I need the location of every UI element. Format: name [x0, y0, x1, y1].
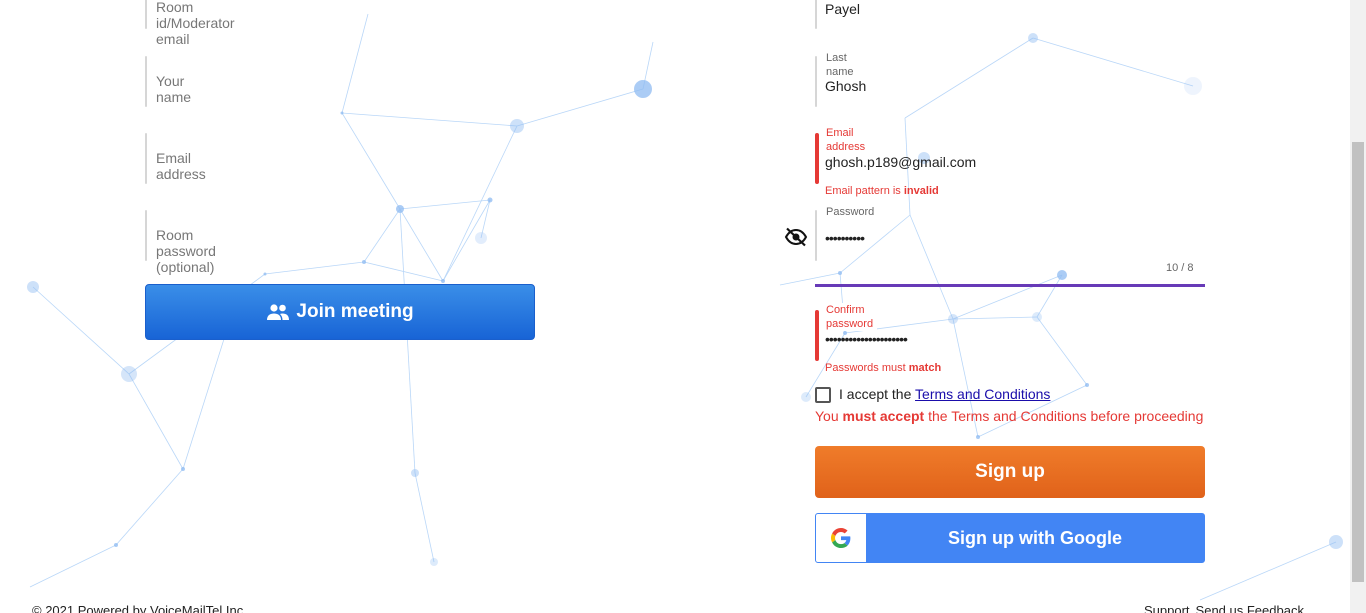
- sign-up-button[interactable]: Sign up: [815, 446, 1205, 498]
- terms-checkbox[interactable]: [815, 387, 831, 403]
- google-sign-up-label: Sign up with Google: [948, 527, 1122, 548]
- join-email-input[interactable]: Email address: [145, 133, 206, 184]
- room-password-input[interactable]: Room password (optional): [145, 210, 216, 275]
- footer-copyright: © 2021 Powered by VoiceMailTel Inc.: [32, 603, 247, 613]
- scrollbar-thumb[interactable]: [1352, 142, 1364, 582]
- terms-accept-label: I accept the Terms and Conditions: [839, 386, 1051, 402]
- your-name-placeholder: Your name: [156, 73, 192, 105]
- room-id-placeholder: Room id/Moderator email: [156, 0, 235, 47]
- join-email-placeholder: Email address: [156, 150, 206, 182]
- join-meeting-button[interactable]: Join meeting: [145, 284, 535, 340]
- first-name-input[interactable]: Payel: [815, 0, 860, 29]
- send-feedback-link[interactable]: Send us Feedback: [1196, 603, 1304, 613]
- email-label: Email address: [822, 126, 870, 154]
- password-label: Password: [826, 206, 875, 218]
- confirm-password-label: Confirm password: [822, 303, 878, 331]
- your-name-input[interactable]: Your name: [145, 56, 191, 107]
- google-sign-up-button[interactable]: Sign up with Google: [815, 513, 1205, 563]
- join-meeting-label: Join meeting: [296, 301, 414, 322]
- email-error: Email pattern is invalid: [825, 185, 939, 197]
- last-name-input[interactable]: Last name Ghosh: [815, 52, 866, 107]
- google-logo-box: [816, 514, 866, 562]
- eye-off-icon[interactable]: [784, 227, 808, 247]
- last-name-label: Last name: [826, 52, 854, 78]
- google-logo-icon: [831, 528, 851, 548]
- room-password-placeholder: Room password (optional): [156, 227, 216, 275]
- confirm-password-error: Passwords must match: [825, 362, 942, 374]
- page-scrollbar[interactable]: [1350, 0, 1366, 613]
- password-value: ••••••••••: [825, 230, 865, 246]
- first-name-value: Payel: [825, 1, 861, 17]
- terms-error: You must accept the Terms and Conditions…: [815, 408, 1204, 424]
- password-input[interactable]: Password ••••••••••: [784, 206, 874, 261]
- signup-email-input[interactable]: Email address ghosh.p189@gmail.com: [815, 126, 976, 184]
- password-strength-bar: [815, 284, 1205, 287]
- support-link[interactable]: Support: [1144, 603, 1190, 613]
- confirm-password-input[interactable]: Confirm password •••••••••••••••••••••: [815, 303, 908, 361]
- room-id-input[interactable]: Room id/Moderator email: [145, 0, 235, 47]
- email-value: ghosh.p189@gmail.com: [825, 154, 977, 170]
- people-icon: [267, 304, 290, 320]
- last-name-value: Ghosh: [825, 78, 867, 94]
- confirm-password-value: •••••••••••••••••••••: [825, 331, 908, 347]
- terms-link[interactable]: Terms and Conditions: [915, 386, 1050, 402]
- password-counter: 10 / 8: [1166, 262, 1194, 274]
- sign-up-label: Sign up: [975, 461, 1045, 482]
- footer-links: Support Send us Feedback: [1144, 603, 1304, 613]
